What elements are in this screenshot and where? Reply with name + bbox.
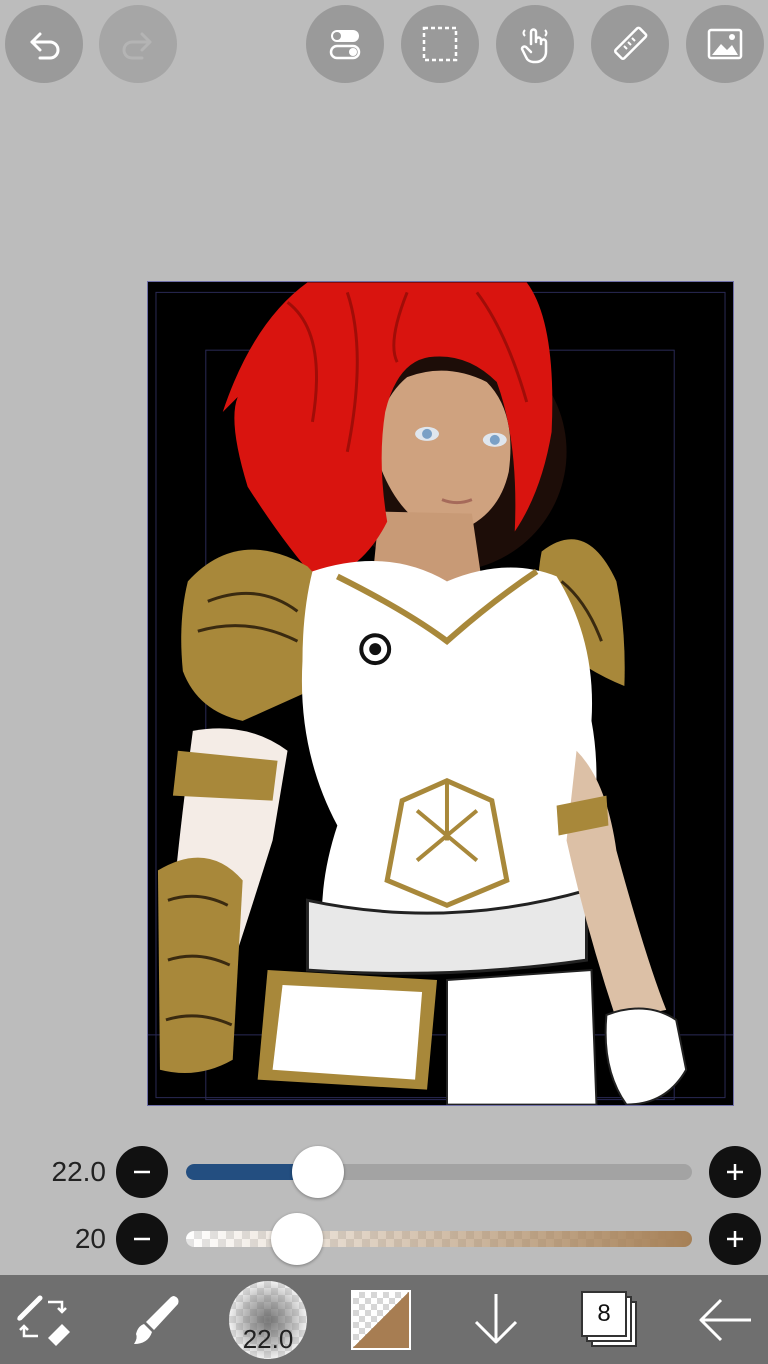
brush-tool-button[interactable] (120, 1275, 192, 1364)
tool-switch-button[interactable] (10, 1275, 78, 1364)
opacity-thumb[interactable] (271, 1213, 324, 1265)
layers-button[interactable]: 8 (576, 1275, 644, 1364)
arrow-left-icon (699, 1298, 751, 1341)
plus-icon (727, 1164, 743, 1180)
brush-size-slider-row: 22.0 (0, 1142, 768, 1202)
brush-preview: 22.0 (229, 1280, 307, 1359)
brush-size-track[interactable] (186, 1164, 692, 1180)
selection-rectangle-icon (422, 26, 458, 62)
opacity-decrease-button[interactable] (116, 1213, 168, 1265)
brush-eraser-switch-icon (16, 1295, 70, 1346)
image-icon (707, 28, 743, 60)
arrow-down-icon (474, 1293, 518, 1343)
bottom-toolbar: 22.0 8 (0, 1275, 768, 1364)
color-picker-button[interactable] (348, 1275, 414, 1364)
hand-tool-icon (520, 28, 548, 64)
redo-icon (122, 32, 152, 60)
color-swatch (351, 1289, 411, 1350)
drawing-canvas[interactable] (147, 281, 734, 1106)
opacity-increase-button[interactable] (709, 1213, 761, 1265)
redo-button[interactable] (99, 5, 177, 83)
brush-icon (134, 1295, 179, 1344)
brush-size-thumb[interactable] (291, 1146, 344, 1198)
layers-count: 8 (597, 1299, 611, 1327)
toggle-settings-button[interactable] (306, 5, 384, 83)
opacity-track[interactable] (186, 1231, 692, 1247)
brush-size-value: 22.0 (51, 1156, 107, 1187)
brush-size-decrease-button[interactable] (116, 1146, 168, 1198)
undo-icon (30, 32, 60, 60)
plus-icon (727, 1231, 743, 1247)
layers-icon: 8 (581, 1290, 639, 1349)
move-down-button[interactable] (462, 1275, 530, 1364)
opacity-value: 20 (74, 1223, 106, 1254)
image-button[interactable] (686, 5, 764, 83)
ruler-icon (614, 26, 648, 60)
brush-preview-value: 22.0 (242, 1323, 294, 1354)
back-button[interactable] (690, 1275, 760, 1364)
opacity-slider-row: 20 (0, 1209, 768, 1269)
artwork-illustration (148, 282, 733, 1105)
hand-tool-button[interactable] (496, 5, 574, 83)
minus-icon (134, 1237, 150, 1241)
brush-preview-button[interactable]: 22.0 (228, 1275, 308, 1364)
undo-button[interactable] (5, 5, 83, 83)
toggle-settings-icon (329, 30, 361, 60)
minus-icon (134, 1170, 150, 1174)
brush-size-increase-button[interactable] (709, 1146, 761, 1198)
selection-button[interactable] (401, 5, 479, 83)
ruler-button[interactable] (591, 5, 669, 83)
